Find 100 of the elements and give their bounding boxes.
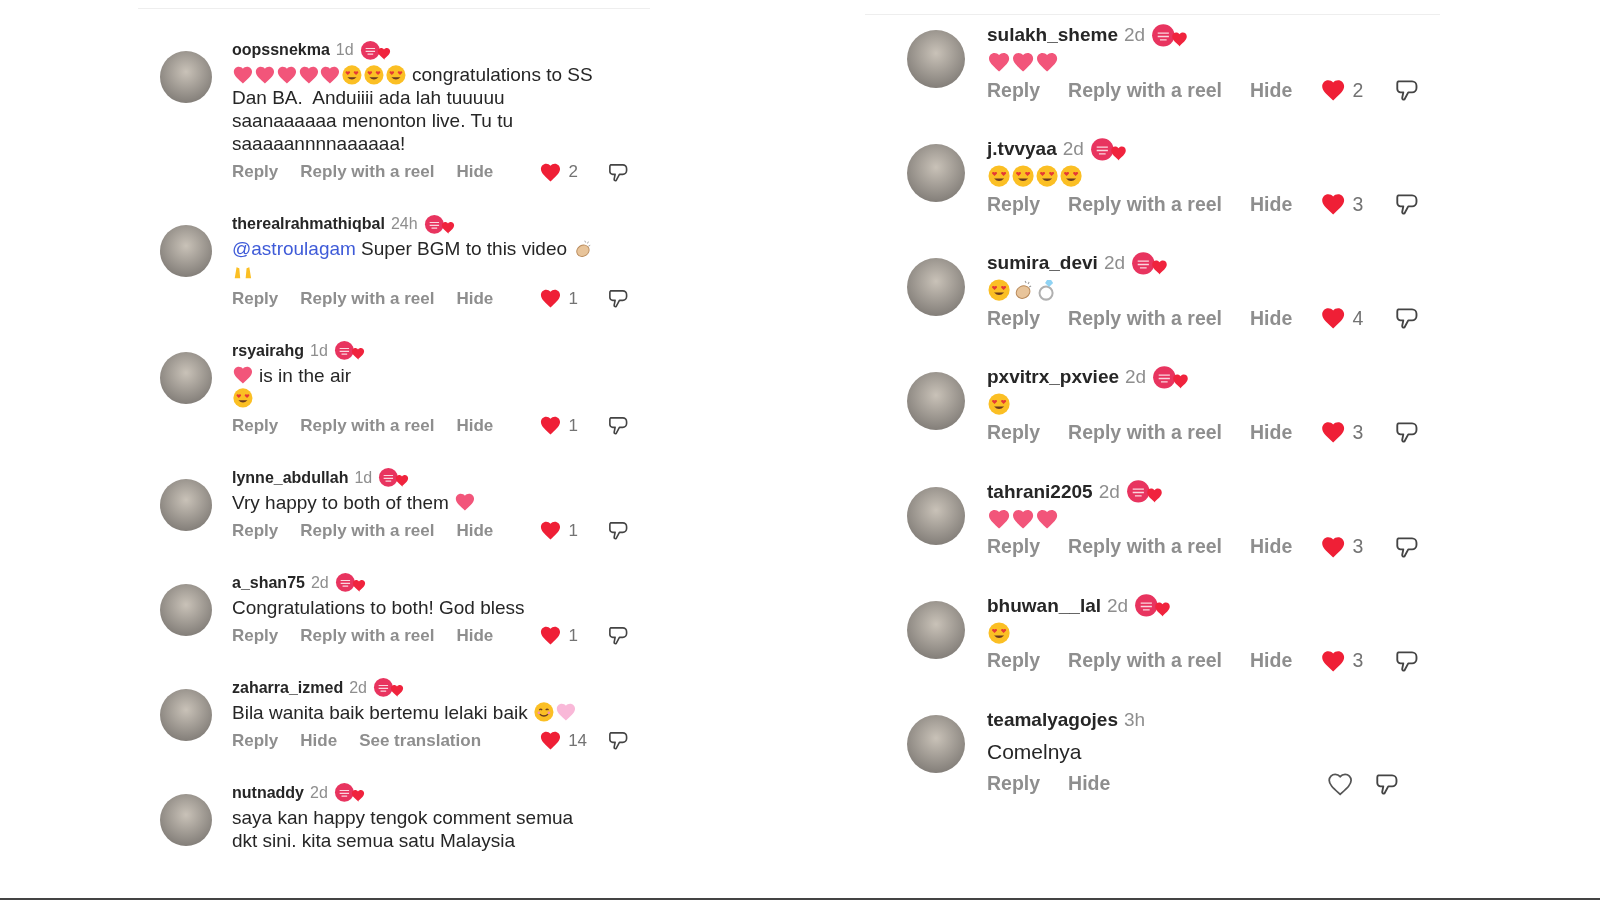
comment-text: Vry happy to both of them	[232, 490, 450, 514]
avatar-photo[interactable]	[160, 478, 212, 531]
comment-action-link[interactable]: Hide	[1250, 649, 1293, 673]
comment-action-link[interactable]: Reply	[987, 192, 1041, 216]
comment-action-link[interactable]: Reply with a reel	[300, 415, 435, 436]
comment-time: 2d	[1107, 594, 1129, 617]
comment-action-link[interactable]: Reply	[232, 415, 279, 436]
username[interactable]: pxvitrx_pxviee	[987, 366, 1120, 389]
dislike-icon[interactable]	[607, 624, 630, 648]
avatar-photo[interactable]	[160, 225, 212, 277]
comment-action-link[interactable]: Hide	[300, 730, 338, 751]
avatar-photo[interactable]	[907, 372, 965, 431]
smiling-face-emoji-icon	[533, 701, 555, 724]
avatar-photo[interactable]	[907, 486, 965, 545]
username[interactable]: sumira_devi	[987, 252, 1098, 275]
username[interactable]: tahrani2205	[987, 480, 1093, 503]
like-count: 1	[568, 625, 579, 646]
comment-action-link[interactable]: Reply	[987, 649, 1041, 673]
username[interactable]: zaharra_izmed	[232, 678, 344, 697]
comment-action-link[interactable]: Reply	[232, 162, 279, 182]
comment-action-link[interactable]: Hide	[456, 415, 494, 436]
avatar-photo[interactable]	[907, 30, 965, 88]
heart-eyes-emoji-icon	[987, 278, 1012, 303]
username[interactable]: teamalyagojes	[987, 708, 1118, 731]
comment-time: 2d	[310, 783, 328, 802]
like-count: 1	[568, 288, 579, 309]
comment-action-link[interactable]: Reply with a reel	[300, 520, 435, 541]
comment-action-link[interactable]: Reply with a reel	[300, 288, 435, 309]
username[interactable]: bhuwan__lal	[987, 594, 1102, 617]
avatar-photo[interactable]	[907, 600, 965, 659]
like-count: 2	[1352, 78, 1365, 102]
comment-action-link[interactable]: Reply with a reel	[1068, 306, 1222, 330]
like-count: 2	[568, 162, 579, 182]
dislike-icon[interactable]	[607, 287, 630, 311]
comment-text: is in the air	[258, 363, 351, 387]
avatar-photo[interactable]	[160, 583, 212, 636]
mention-link[interactable]: @astroulagam	[232, 237, 356, 260]
like-count: 4	[1352, 306, 1365, 330]
avatar-photo[interactable]	[907, 714, 965, 773]
like-button[interactable]	[1327, 770, 1354, 797]
comment-action-link[interactable]: Reply	[987, 535, 1041, 559]
comment-action-link[interactable]: Hide	[456, 288, 494, 309]
comment-action-link[interactable]: Reply with a reel	[1068, 535, 1222, 559]
avatar-photo[interactable]	[160, 51, 212, 103]
avatar-photo[interactable]	[160, 793, 212, 846]
comment-action-link[interactable]: Reply with a reel	[1068, 649, 1222, 673]
username[interactable]: nutnaddy	[232, 783, 304, 802]
comment-action-link[interactable]: Hide	[1068, 772, 1111, 796]
comment-action-link[interactable]: Reply with a reel	[1068, 421, 1222, 445]
comment-action-link[interactable]: Reply with a reel	[300, 162, 435, 182]
comment-time: 2d	[349, 678, 367, 697]
heart-eyes-emoji-icon	[341, 63, 364, 86]
comment-action-link[interactable]: Hide	[1250, 306, 1293, 330]
username[interactable]: oopssnekma	[232, 41, 330, 59]
username[interactable]: j.tvvyaa	[987, 138, 1057, 161]
comment-action-link[interactable]: Reply	[232, 625, 279, 646]
comment-text: Dan BA. Anduiiii ada lah tuuuuu	[232, 86, 505, 109]
avatar-photo[interactable]	[907, 144, 965, 203]
avatar-photo[interactable]	[907, 258, 965, 317]
dislike-icon[interactable]	[607, 414, 630, 438]
comment-action-link[interactable]: Reply with a reel	[1068, 192, 1222, 216]
comment-action-link[interactable]: Hide	[1250, 535, 1293, 559]
username[interactable]: therealrahmathiqbal	[232, 215, 385, 233]
heart-eyes-emoji-icon	[1011, 164, 1036, 189]
avatar-photo[interactable]	[160, 351, 212, 404]
comment-action-link[interactable]: Reply with a reel	[1068, 78, 1222, 102]
dislike-icon[interactable]	[607, 729, 630, 753]
heart-eyes-emoji-icon	[1059, 164, 1084, 189]
comment-action-link[interactable]: Hide	[1250, 421, 1293, 445]
comment-action-link[interactable]: See translation	[359, 730, 481, 751]
username[interactable]: sulakh_sheme	[987, 24, 1118, 46]
comment-text: saaaaannnnaaaaaa!	[232, 132, 406, 155]
comment-action-link[interactable]: Hide	[1250, 78, 1293, 102]
comment-action-link[interactable]: Reply with a reel	[300, 625, 435, 646]
username[interactable]: rsyairahg	[232, 341, 305, 360]
comment-action-link[interactable]: Reply	[987, 421, 1041, 445]
comment-action-link[interactable]: Hide	[456, 625, 494, 646]
comment-time: 1d	[310, 341, 328, 360]
comment-action-link[interactable]: Hide	[456, 520, 494, 541]
comment-action-link[interactable]: Hide	[1250, 192, 1293, 216]
dislike-icon[interactable]	[607, 519, 630, 543]
like-count: 1	[568, 520, 579, 541]
like-count: 3	[1352, 649, 1365, 673]
avatar-photo[interactable]	[160, 688, 212, 741]
heart-eyes-emoji-icon	[987, 392, 1012, 417]
username[interactable]: lynne_abdullah	[232, 468, 349, 487]
comment-action-link[interactable]: Reply	[232, 730, 279, 751]
comment-time: 2d	[1103, 252, 1126, 275]
comment-action-link[interactable]: Reply	[987, 306, 1041, 330]
comment-action-link[interactable]: Reply	[987, 772, 1041, 796]
comment-action-link[interactable]: Reply	[232, 288, 279, 309]
username[interactable]: a_shan75	[232, 573, 305, 592]
heart-eyes-emoji-icon	[1035, 164, 1060, 189]
comment-action-link[interactable]: Hide	[456, 162, 494, 182]
comment-action-link[interactable]: Reply	[232, 520, 279, 541]
comment-time: 3h	[1123, 708, 1146, 731]
comment-action-link[interactable]: Reply	[987, 78, 1041, 102]
comment-time: 2d	[1062, 138, 1084, 161]
comment-time: 24h	[390, 215, 418, 233]
heart-eyes-emoji-icon	[987, 620, 1012, 645]
